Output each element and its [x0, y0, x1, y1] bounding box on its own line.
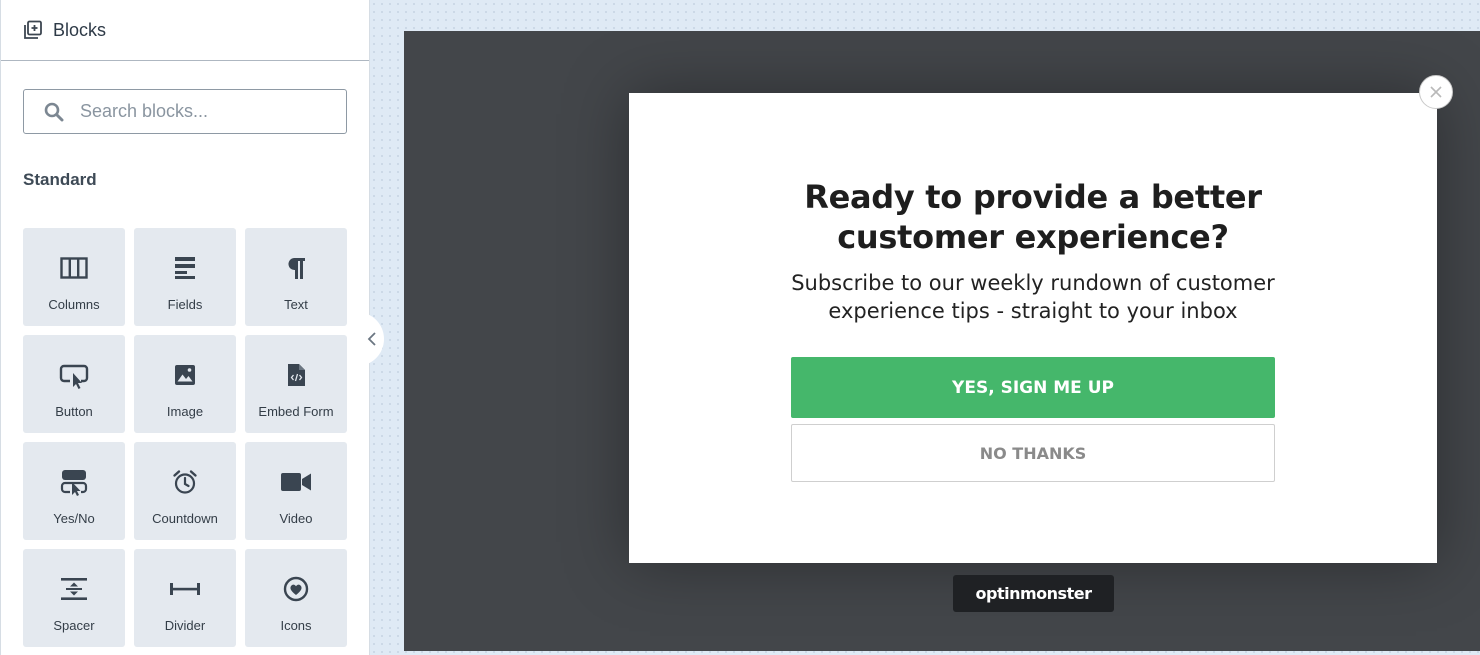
sidebar-title: Blocks	[53, 19, 107, 40]
block-label: Spacer	[53, 618, 95, 633]
block-fields[interactable]: Fields	[134, 228, 236, 326]
add-block-icon	[24, 20, 42, 39]
block-divider[interactable]: Divider	[134, 549, 236, 647]
block-label: Video	[279, 511, 313, 526]
section-title-standard: Standard	[23, 170, 97, 189]
subtext-line-1: Subscribe to our weekly rundown of custo…	[791, 271, 1275, 295]
block-image[interactable]: Image	[134, 335, 236, 433]
heart-badge-icon	[283, 576, 309, 602]
subtext-line-2: experience tips - straight to your inbox	[828, 299, 1238, 323]
block-yes-no[interactable]: Yes/No	[23, 442, 125, 540]
block-label: Image	[166, 404, 204, 419]
headline-line-1: Ready to provide a better	[804, 178, 1262, 216]
block-embed-form[interactable]: Embed Form	[245, 335, 347, 433]
block-label: Columns	[48, 297, 100, 312]
block-label: Button	[55, 404, 93, 419]
block-button[interactable]: Button	[23, 335, 125, 433]
block-label: Text	[284, 297, 308, 312]
close-icon	[1430, 86, 1442, 98]
optinmonster-logo-text: optinmonster	[975, 584, 1092, 603]
sidebar-header: Blocks	[1, 0, 369, 61]
divider-icon	[170, 583, 200, 595]
search-input[interactable]	[80, 101, 320, 122]
search-box[interactable]	[23, 89, 347, 134]
popup-subtext[interactable]: Subscribe to our weekly rundown of custo…	[629, 269, 1437, 325]
image-icon	[175, 365, 195, 385]
block-label: Embed Form	[258, 404, 334, 419]
spacer-icon	[61, 578, 87, 600]
search-icon	[44, 102, 64, 121]
block-video[interactable]: Video	[245, 442, 347, 540]
block-countdown[interactable]: Countdown	[134, 442, 236, 540]
campaign-preview: Ready to provide a better customer exper…	[404, 31, 1480, 651]
no-thanks-button[interactable]: NO THANKS	[791, 424, 1275, 482]
chevron-left-icon	[367, 332, 376, 346]
blocks-sidebar: Blocks Standard Columns Fields	[0, 0, 370, 655]
optinmonster-badge[interactable]: optinmonster	[953, 575, 1114, 612]
block-grid: Columns Fields Text Button Image Embed F…	[23, 228, 348, 647]
block-label: Yes/No	[53, 511, 95, 526]
block-label: Divider	[164, 618, 206, 633]
block-icons[interactable]: Icons	[245, 549, 347, 647]
columns-icon	[60, 257, 88, 279]
video-camera-icon	[281, 473, 311, 491]
block-label: Countdown	[152, 511, 218, 526]
block-columns[interactable]: Columns	[23, 228, 125, 326]
button-cursor-icon	[59, 364, 89, 389]
block-spacer[interactable]: Spacer	[23, 549, 125, 647]
alarm-clock-icon	[173, 470, 197, 494]
headline-line-2: customer experience?	[837, 218, 1229, 256]
yes-sign-me-up-button[interactable]: YES, SIGN ME UP	[791, 357, 1275, 418]
popup-headline[interactable]: Ready to provide a better customer exper…	[629, 177, 1437, 257]
popup-close-button[interactable]	[1419, 75, 1453, 109]
popup-card[interactable]: Ready to provide a better customer exper…	[629, 93, 1437, 563]
code-file-icon	[288, 364, 305, 386]
pilcrow-icon	[288, 258, 305, 279]
block-label: Fields	[167, 297, 203, 312]
fields-icon	[175, 257, 195, 279]
yes-no-icon	[60, 470, 88, 496]
block-label: Icons	[280, 618, 312, 633]
block-text[interactable]: Text	[245, 228, 347, 326]
